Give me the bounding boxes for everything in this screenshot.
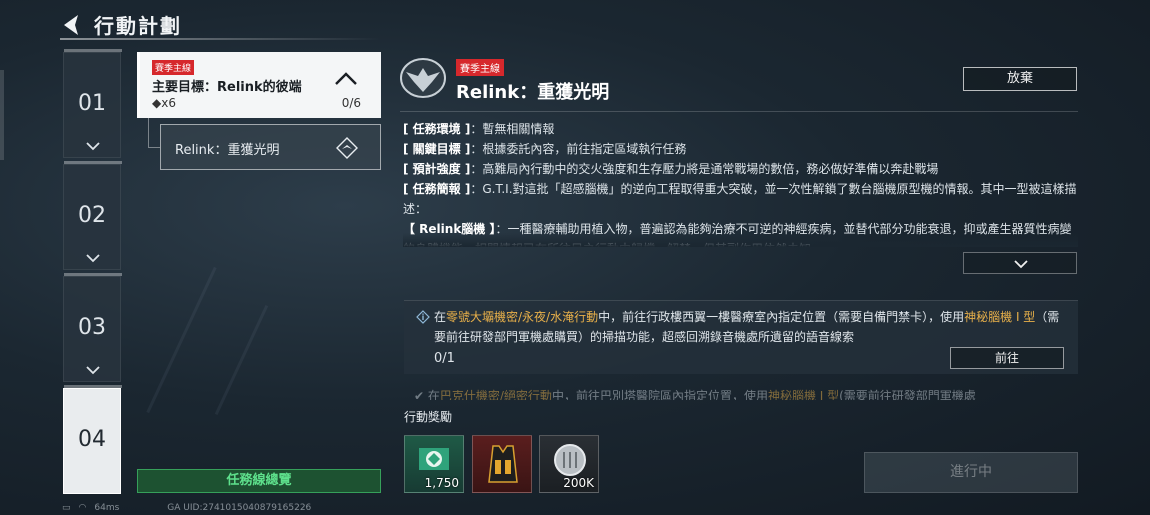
season-tag: 賽季主線 xyxy=(152,60,195,75)
rewards-title: 行動獎勵 xyxy=(404,410,453,424)
task-item-link[interactable]: 神秘腦機 I 型 xyxy=(964,310,1035,324)
reward-amount: 1,750 xyxy=(424,476,459,490)
objective-count: ◆x6 xyxy=(152,96,176,110)
abandon-button[interactable]: 放棄 xyxy=(963,67,1077,91)
side-edge-marker xyxy=(0,70,4,160)
expand-info-button[interactable] xyxy=(963,252,1077,274)
header-divider xyxy=(60,38,380,40)
info-row-briefing: [ 任務簡報 ]：G.T.I.對這批「超感腦機」的逆向工程取得重大突破，並一次性… xyxy=(403,182,1077,216)
chevron-down-icon xyxy=(1014,260,1028,269)
chapter-tab-03[interactable]: 03 xyxy=(63,273,122,382)
navigation-diamond-icon xyxy=(336,137,358,159)
chapter-tab-01[interactable]: 01 xyxy=(63,49,122,158)
task-progress: 0/1 xyxy=(434,351,455,366)
detail-divider xyxy=(400,111,1078,112)
battery-icon: ▭ xyxy=(62,503,71,513)
sub-objective-item[interactable]: Relink：重獲光明 xyxy=(160,124,381,170)
info-row-key-objective: [ 關鍵目標 ]：根據委託內容，前往指定區域執行任務 xyxy=(403,142,687,156)
status-bar: ▭ ◠ 64ms GA UID:2741015040879165226 xyxy=(62,503,311,513)
chevron-down-icon xyxy=(86,142,100,151)
uid-readout: GA UID:2741015040879165226 xyxy=(167,503,312,513)
chapter-number: 02 xyxy=(78,203,106,228)
back-arrow-icon[interactable] xyxy=(60,13,82,37)
main-objective-card[interactable]: 賽季主線 主要目標：Relink的彼端 ◆x6 0/6 xyxy=(137,52,381,118)
task-description: 在零號大壩機密/永夜/水淹行動中，前往行政樓西翼一樓醫療室內指定位置（需要自備門… xyxy=(434,310,1060,344)
mission-info-block: [ 任務環境 ]：暫無相關情報 [ 關鍵目標 ]：根據委託內容，前往指定區域執行… xyxy=(403,119,1078,247)
info-row-relink: 【 Relink腦機 】：一種醫療輔助用植入物，普遍認為能夠治療不可逆的神經疾病… xyxy=(403,222,1072,247)
badge-icon xyxy=(419,448,449,470)
reward-item[interactable]: 200K xyxy=(539,435,599,493)
info-icon xyxy=(416,310,430,324)
chevron-down-icon xyxy=(86,254,100,263)
chapter-number: 03 xyxy=(78,315,106,340)
questline-overview-button[interactable]: 任務線總覽 xyxy=(137,469,381,493)
info-row-environment: [ 任務環境 ]：暫無相關情報 xyxy=(403,122,555,136)
page-header: 行動計劃 xyxy=(60,10,182,39)
reward-item[interactable] xyxy=(472,435,532,493)
reward-item[interactable]: 1,750 xyxy=(404,435,464,493)
info-row-intensity: [ 預計強度 ]：高難局內行動中的交火強度和生存壓力將是通常戰場的數倍，務必做好… xyxy=(403,162,939,176)
objective-title: 主要目標：Relink的彼端 xyxy=(152,80,302,95)
wifi-icon: ◠ xyxy=(78,503,87,513)
chapter-number: 01 xyxy=(78,91,106,116)
objective-progress: 0/6 xyxy=(341,96,361,110)
chapter-tab-04[interactable]: 04 xyxy=(63,385,122,494)
sub-objective-label: Relink：重獲光明 xyxy=(175,143,280,158)
armor-vest-icon xyxy=(488,445,518,483)
mission-title: Relink：重獲光明 xyxy=(456,82,610,103)
reward-amount: 200K xyxy=(563,476,594,490)
detail-season-tag: 賽季主線 xyxy=(456,59,504,76)
next-task-preview: ✔ 在巴克什機密/絕密行動中，前往巴別塔醫院區內指定位置，使用神秘腦機 I 型(… xyxy=(414,389,976,400)
chapter-tab-02[interactable]: 02 xyxy=(63,161,122,270)
in-progress-button: 進行中 xyxy=(864,452,1078,493)
chapter-number: 04 xyxy=(78,427,106,452)
chevron-down-icon xyxy=(86,366,100,375)
page-title: 行動計劃 xyxy=(94,14,182,38)
tree-connector xyxy=(148,118,160,148)
task-location-link[interactable]: 零號大壩機密/永夜/水淹行動 xyxy=(446,310,598,324)
ping-readout: 64ms xyxy=(94,503,120,513)
go-button[interactable]: 前往 xyxy=(950,347,1064,369)
eagle-emblem-icon xyxy=(400,58,446,98)
chevron-up-icon[interactable] xyxy=(333,70,359,86)
